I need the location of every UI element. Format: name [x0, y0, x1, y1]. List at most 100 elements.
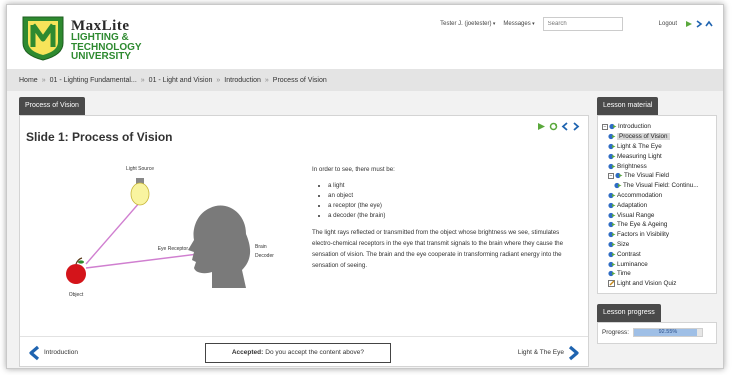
lesson-page-icon	[608, 153, 616, 159]
tab-process-of-vision[interactable]: Process of Vision	[19, 97, 85, 115]
lesson-tree: − Introduction Process of Vision Light & Th…	[598, 116, 716, 293]
progress-bar: 92.55%	[632, 328, 703, 338]
lesson-page-icon	[608, 163, 616, 169]
diagram-label-object: Object	[69, 292, 84, 298]
light-bulb-icon	[130, 178, 150, 206]
accept-content-checkbox[interactable]: Accepted: Do you accept the content abov…	[204, 342, 391, 363]
tree-item-label: Contrast	[617, 250, 641, 258]
tree-item[interactable]: Contrast	[602, 249, 714, 259]
tree-item[interactable]: Size	[602, 240, 714, 250]
lesson-page-icon	[615, 173, 623, 179]
breadcrumb-lesson[interactable]: Introduction	[224, 77, 261, 84]
green-play-icon[interactable]	[685, 20, 693, 28]
tree-item[interactable]: − The Visual Field	[602, 171, 714, 181]
previous-lesson-link[interactable]: Introduction	[28, 345, 78, 361]
vision-diagram: Light Source Object Eye Receptor Brain D…	[40, 160, 300, 320]
tree-item[interactable]: Measuring Light	[602, 151, 714, 161]
tree-item[interactable]: Time	[602, 269, 714, 279]
chevron-right-icon	[568, 345, 579, 360]
collapse-toggle-icon[interactable]: −	[608, 172, 614, 179]
list-item: a receptor (the eye)	[328, 201, 572, 211]
lesson-page-icon	[608, 192, 616, 199]
tree-item[interactable]: Adaptation	[602, 200, 714, 210]
tree-item[interactable]: Brightness	[602, 161, 714, 171]
sidebar: Lesson material − Introduction Process of …	[597, 97, 717, 344]
body-paragraph: The light rays reflected or transmitted …	[312, 229, 564, 269]
breadcrumb-current: Process of Vision	[272, 76, 327, 84]
tree-item-label: Accommodation	[617, 191, 663, 199]
tree-item[interactable]: The Visual Field: Continu...	[602, 181, 714, 191]
refresh-icon[interactable]	[549, 122, 558, 131]
next-arrow-icon[interactable]	[695, 20, 703, 28]
tree-item[interactable]: The Eye & Ageing	[602, 220, 714, 230]
diagram-label-brain: Brain	[255, 244, 267, 250]
user-menu[interactable]: Tester J. (joetester)	[440, 21, 495, 27]
lesson-page-icon	[608, 143, 616, 150]
lesson-page-icon	[608, 222, 616, 228]
diagram-label-decoder: Decoder	[255, 253, 274, 259]
tree-item[interactable]: − Introduction	[602, 122, 714, 132]
logo-line-4: UNIVERSITY	[71, 51, 132, 62]
lesson-material-panel: − Introduction Process of Vision Light & Th…	[597, 115, 717, 294]
tree-item[interactable]: Accommodation	[602, 191, 714, 201]
collapse-up-icon[interactable]	[705, 20, 713, 28]
breadcrumb-separator: »	[41, 76, 46, 84]
next-lesson-label: Light & The Eye	[517, 349, 564, 356]
breadcrumb-module[interactable]: 01 - Light and Vision	[149, 77, 213, 84]
requirements-list: a light an object a receptor (the eye) a…	[328, 181, 572, 221]
tree-item[interactable]: Light & The Eye	[602, 142, 714, 152]
maxlite-logo[interactable]: MaxLite LIGHTING & TECHNOLOGY UNIVERSITY	[19, 13, 179, 63]
lesson-page-icon	[608, 134, 616, 140]
tree-item[interactable]: Process of Vision	[602, 132, 714, 142]
tree-item[interactable]: Luminance	[602, 259, 714, 269]
previous-lesson-label: Introduction	[44, 349, 78, 356]
chevron-left-icon	[29, 345, 40, 360]
top-nav: Tester J. (joetester) Messages Logout	[440, 16, 713, 32]
slide-panel: Slide 1: Process of Vision Light Source …	[19, 115, 589, 367]
collapse-toggle-icon[interactable]: −	[602, 123, 608, 130]
app-window: MaxLite LIGHTING & TECHNOLOGY UNIVERSITY…	[6, 4, 724, 369]
accept-question: Do you accept the content above?	[265, 349, 364, 356]
tree-item[interactable]: Factors in Visibility	[602, 230, 714, 240]
tree-item-label: Size	[617, 240, 630, 248]
messages-menu[interactable]: Messages	[503, 21, 534, 27]
tree-item-label: The Eye & Ageing	[617, 221, 668, 229]
diagram-label-light-source: Light Source	[126, 166, 154, 172]
tab-lesson-material[interactable]: Lesson material	[597, 97, 659, 115]
list-item: a light	[328, 181, 572, 191]
list-item: an object	[328, 191, 572, 201]
head-silhouette-icon	[188, 205, 251, 288]
logout-link[interactable]: Logout	[659, 21, 677, 27]
previous-slide-icon[interactable]	[561, 122, 569, 131]
lesson-page-icon	[614, 183, 622, 189]
tree-item-label: Time	[617, 270, 631, 278]
tree-item[interactable]: Light and Vision Quiz	[602, 279, 714, 289]
intro-text: In order to see, there must be:	[312, 166, 395, 173]
breadcrumb-course[interactable]: 01 - Lighting Fundamental...	[50, 77, 137, 84]
tree-item[interactable]: Visual Range	[602, 210, 714, 220]
slide-footer: Introduction Accepted: Do you accept the…	[20, 336, 588, 368]
next-slide-icon[interactable]	[572, 122, 580, 131]
tree-item-label: Adaptation	[617, 201, 648, 209]
search-input[interactable]	[542, 17, 623, 31]
tree-item-label: Luminance	[617, 260, 648, 268]
slide-title: Slide 1: Process of Vision	[26, 130, 173, 144]
next-lesson-link[interactable]: Light & The Eye	[518, 345, 580, 361]
breadcrumb-separator: »	[264, 76, 269, 84]
lesson-page-icon	[608, 251, 616, 257]
lesson-page-icon	[608, 241, 616, 248]
tree-item-label: Light and Vision Quiz	[617, 280, 677, 288]
slide-toolbar	[537, 122, 580, 131]
apple-object-icon	[66, 257, 86, 284]
lesson-page-icon	[608, 261, 616, 267]
progress-label: Progress:	[602, 329, 629, 337]
tab-lesson-progress[interactable]: Lesson progress	[597, 303, 661, 322]
light-beams	[85, 201, 199, 269]
lesson-page-icon	[608, 271, 616, 277]
play-audio-icon[interactable]	[537, 122, 546, 131]
tree-item-label: Light & The Eye	[617, 142, 662, 150]
lesson-page-icon	[608, 232, 616, 238]
breadcrumb-home[interactable]: Home	[19, 77, 38, 84]
tree-item-label: The Visual Field: Continu...	[623, 182, 699, 190]
tree-item-label: Brightness	[617, 162, 647, 170]
